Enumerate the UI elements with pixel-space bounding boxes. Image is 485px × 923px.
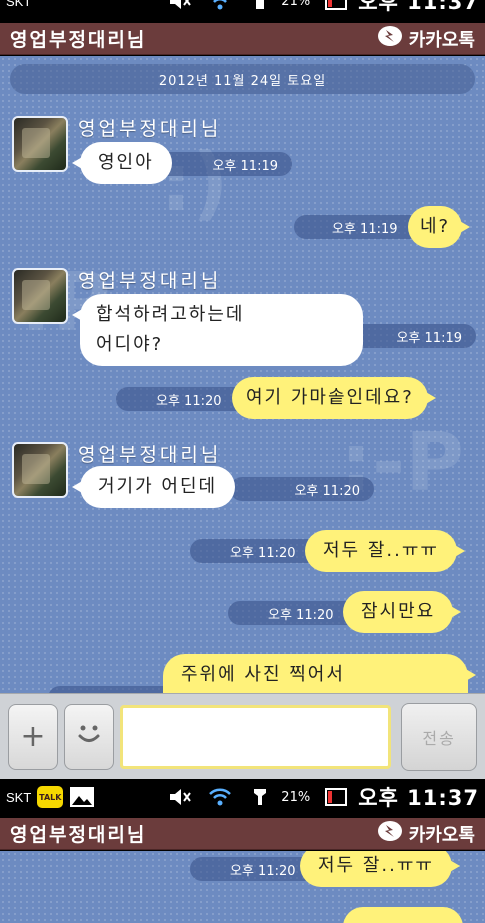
carrier-label: SKT xyxy=(6,0,32,9)
wifi-icon xyxy=(207,0,233,12)
chat-title: 영업부정대리님 xyxy=(10,824,147,846)
chat-message-list[interactable]: :) :P :-P 2012년 11월 24일 토요일 영업부정대리님 오후 1… xyxy=(0,56,485,693)
message-bubble-sent[interactable] xyxy=(343,907,471,923)
message-time: 오후 11:20 xyxy=(230,477,374,501)
signal-icon xyxy=(247,786,273,808)
kakao-brand[interactable]: 카카오톡 xyxy=(377,25,475,52)
message-input[interactable] xyxy=(119,704,392,769)
status-bar-top: SKT 21% 오후 11:37 xyxy=(0,0,485,16)
mute-icon xyxy=(167,0,193,12)
signal-icon xyxy=(247,0,273,12)
chat-title: 영업부정대리님 xyxy=(10,29,147,51)
message-bubble-sent[interactable]: 주위에 사진 찍어서 xyxy=(163,654,476,693)
message-input-bar: + 전송 xyxy=(0,693,485,779)
message-bubble-received[interactable]: 합석하려고하는데 어디야? xyxy=(72,294,363,366)
chat-title-bar: 영업부정대리님 카카오톡 xyxy=(0,23,485,55)
message-bubble-sent[interactable]: 저두 잘..ㅠㅠ xyxy=(300,851,460,887)
wifi-icon xyxy=(207,786,233,808)
brand-label: 카카오톡 xyxy=(408,29,475,51)
mute-icon xyxy=(167,786,193,808)
kakao-logo-icon xyxy=(377,25,403,52)
attach-button[interactable]: + xyxy=(8,703,58,770)
battery-percent: 21% xyxy=(281,0,311,9)
kakao-logo-icon xyxy=(377,820,403,847)
status-bar-bottom: SKT TALK 21% 오후 11:37 xyxy=(0,782,485,812)
chat-message-list[interactable]: 오후 11:20 저두 잘..ㅠㅠ xyxy=(0,851,485,923)
chat-title-bar: 영업부정대리님 카카오톡 xyxy=(0,818,485,850)
sender-name: 영업부정대리님 xyxy=(78,444,222,466)
plus-icon: + xyxy=(20,719,46,754)
send-button[interactable]: 전송 xyxy=(401,702,477,771)
battery-icon xyxy=(324,0,350,12)
clock: 오후 11:37 xyxy=(358,786,479,810)
avatar[interactable] xyxy=(12,442,68,498)
carrier-label: SKT xyxy=(6,789,32,805)
emoticon-button[interactable] xyxy=(63,703,114,770)
gallery-icon xyxy=(69,786,95,808)
emoticon-icon xyxy=(72,716,106,758)
message-bubble-received[interactable]: 거기가 어딘데 xyxy=(71,466,236,508)
battery-icon xyxy=(324,786,350,808)
sender-name: 영업부정대리님 xyxy=(78,118,222,140)
talk-app-icon: TALK xyxy=(37,786,64,808)
message-bubble-received[interactable]: 영인아 xyxy=(72,142,172,184)
message-bubble-sent[interactable]: 잠시만요 xyxy=(343,591,462,633)
message-bubble-sent[interactable]: 저두 잘..ㅠㅠ xyxy=(305,530,465,572)
kakao-brand[interactable]: 카카오톡 xyxy=(377,820,475,847)
avatar[interactable] xyxy=(12,116,68,172)
message-text-line: 어디야? xyxy=(96,334,164,355)
message-bubble-sent[interactable]: 네? xyxy=(408,206,471,248)
avatar[interactable] xyxy=(12,268,68,324)
brand-label: 카카오톡 xyxy=(408,824,475,846)
date-divider: 2012년 11월 24일 토요일 xyxy=(10,64,475,94)
message-bubble-sent[interactable]: 여기 가마솥인데요? xyxy=(232,377,436,419)
sender-name: 영업부정대리님 xyxy=(78,270,222,292)
message-text-line: 합석하려고하는데 xyxy=(96,304,245,325)
battery-percent: 21% xyxy=(281,789,311,805)
clock: 오후 11:37 xyxy=(358,0,479,14)
